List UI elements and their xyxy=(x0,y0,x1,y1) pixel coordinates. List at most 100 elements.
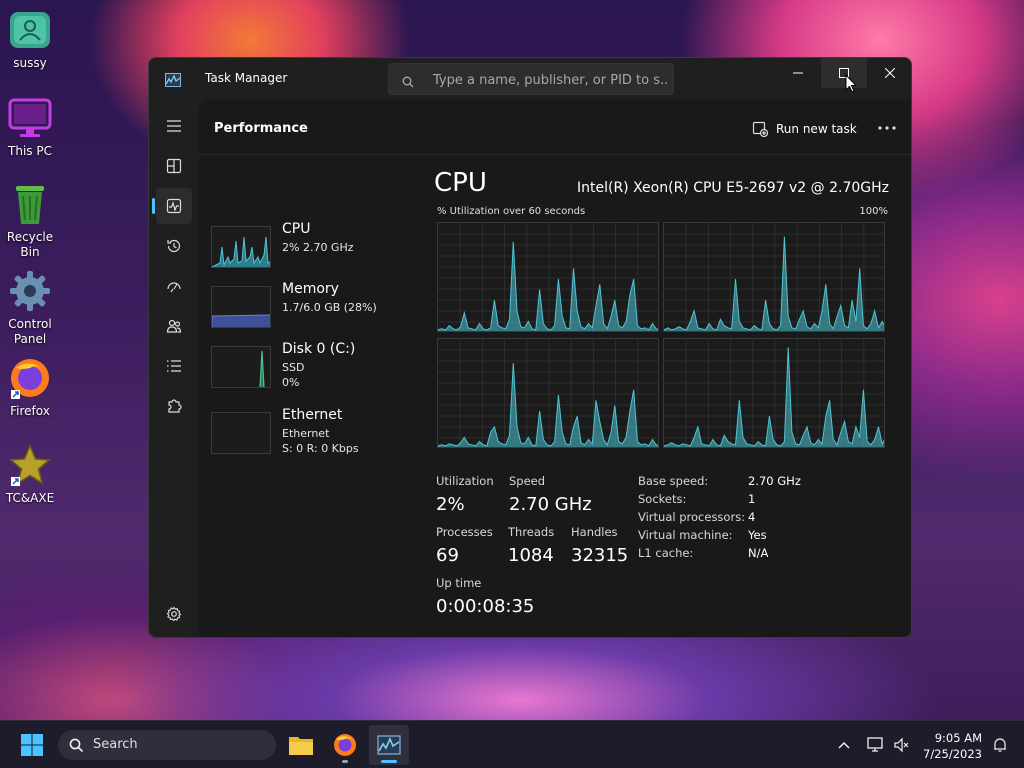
history-icon xyxy=(167,239,181,253)
nav-users[interactable] xyxy=(156,308,192,344)
chevron-up-icon xyxy=(838,741,850,749)
nav-settings[interactable] xyxy=(156,596,192,632)
taskbar-file-explorer[interactable] xyxy=(281,725,321,765)
device-detail: 2% 2.70 GHz xyxy=(282,241,354,254)
settings-gear-icon xyxy=(166,606,182,622)
nav-rail xyxy=(149,100,199,637)
desktop-icon-tc-axe[interactable]: TC&AXE xyxy=(0,443,60,506)
handles-value: 32315 xyxy=(571,545,629,566)
device-name: Memory xyxy=(282,281,339,297)
detail-value: Yes xyxy=(748,528,767,542)
device-detail: 1.7/6.0 GB (28%) xyxy=(282,301,377,314)
notification-bell-icon xyxy=(994,738,1006,752)
uptime-label: Up time xyxy=(436,576,482,590)
processes-value: 69 xyxy=(436,545,459,566)
header-divider xyxy=(199,154,911,155)
performance-icon xyxy=(166,198,182,214)
start-button[interactable] xyxy=(12,725,52,765)
recycle-bin-icon xyxy=(8,182,52,226)
desktop-icon-this-pc[interactable]: This PC xyxy=(0,96,60,159)
details-list-icon xyxy=(167,360,181,372)
nav-processes[interactable] xyxy=(156,148,192,184)
title-bar[interactable]: Task Manager xyxy=(149,58,911,100)
cpu-core-graph-2 xyxy=(437,338,659,448)
device-name: Disk 0 (C:) xyxy=(282,341,356,357)
handles-label: Handles xyxy=(571,525,618,539)
utilization-value: 2% xyxy=(436,494,465,515)
volume-muted-icon xyxy=(894,737,909,753)
cpu-core-graph-3 xyxy=(663,338,885,448)
uptime-value: 0:00:08:35 xyxy=(436,596,535,617)
minimize-button[interactable] xyxy=(775,58,821,88)
clock-date: 7/25/2023 xyxy=(923,747,982,761)
system-clock[interactable]: 9:05 AM 7/25/2023 xyxy=(912,730,982,762)
nav-details[interactable] xyxy=(156,348,192,384)
performance-page: Performance Run new task CPU 2% 2.70 GHz… xyxy=(199,100,911,637)
notifications-button[interactable] xyxy=(984,725,1016,765)
taskbar-search-label: Search xyxy=(93,737,138,752)
device-detail-2: S: 0 R: 0 Kbps xyxy=(282,442,359,455)
desktop-icon-label: Control Panel xyxy=(8,317,52,346)
device-item-memory[interactable]: Memory 1.7/6.0 GB (28%) xyxy=(207,280,407,336)
desktop-icon-firefox[interactable]: Firefox xyxy=(0,356,60,419)
task-manager-window: Task Manager Type a name, publisher, or … xyxy=(148,57,912,638)
desktop-icon-recycle-bin[interactable]: Recycle Bin xyxy=(0,182,60,260)
desktop-icon-sussy[interactable]: sussy xyxy=(0,8,60,71)
cpu-core-graph-1 xyxy=(663,222,885,332)
nav-active-indicator xyxy=(152,198,155,214)
detail-key: L1 cache: xyxy=(638,546,694,560)
processes-icon xyxy=(166,158,182,174)
taskbar: Search 9:05 AM 7/25/2023 xyxy=(0,720,1024,768)
nav-startup-apps[interactable] xyxy=(156,268,192,304)
device-name: Ethernet xyxy=(282,407,343,423)
search-icon xyxy=(402,73,414,92)
device-detail-2: 0% xyxy=(282,376,300,389)
detail-value: 1 xyxy=(748,492,756,506)
firefox-icon xyxy=(8,356,52,400)
run-new-task-icon xyxy=(752,121,768,137)
nav-services[interactable] xyxy=(156,388,192,424)
desktop-icon-control-panel[interactable]: Control Panel xyxy=(0,269,60,347)
run-new-task-button[interactable]: Run new task xyxy=(752,117,857,141)
star-icon xyxy=(8,443,52,487)
cpu-thumbnail-graph xyxy=(211,226,271,268)
detail-value: 4 xyxy=(748,510,756,524)
users-icon xyxy=(166,319,182,333)
windows-logo-icon xyxy=(21,734,43,756)
hamburger-menu-button[interactable] xyxy=(156,108,192,144)
maximize-button[interactable] xyxy=(821,58,867,88)
taskbar-task-manager[interactable] xyxy=(369,725,409,765)
taskbar-search[interactable]: Search xyxy=(58,730,276,760)
close-button[interactable] xyxy=(867,58,911,88)
device-item-cpu[interactable]: CPU 2% 2.70 GHz xyxy=(207,220,407,276)
show-hidden-icons-button[interactable] xyxy=(826,725,862,765)
device-item-ethernet[interactable]: Ethernet Ethernet S: 0 R: 0 Kbps xyxy=(207,406,407,462)
more-options-button[interactable] xyxy=(872,114,902,142)
user-folder-icon xyxy=(8,8,52,52)
search-box[interactable] xyxy=(388,63,674,95)
memory-thumbnail-graph xyxy=(211,286,271,328)
nav-app-history[interactable] xyxy=(156,228,192,264)
window-title: Task Manager xyxy=(205,71,288,85)
threads-value: 1084 xyxy=(508,545,554,566)
detail-key: Virtual machine: xyxy=(638,528,733,542)
desktop-icon-label: This PC xyxy=(8,144,52,158)
threads-label: Threads xyxy=(508,525,555,539)
search-input[interactable] xyxy=(433,70,669,90)
taskbar-firefox[interactable] xyxy=(325,725,365,765)
detail-key: Base speed: xyxy=(638,474,709,488)
mouse-cursor-icon xyxy=(845,74,857,93)
running-indicator xyxy=(342,760,348,763)
close-icon xyxy=(885,68,895,78)
task-manager-app-icon xyxy=(165,72,181,87)
active-indicator xyxy=(381,760,397,763)
startup-gauge-icon xyxy=(167,282,181,293)
cpu-core-graph-0 xyxy=(437,222,659,332)
clock-time: 9:05 AM xyxy=(934,731,982,745)
search-icon xyxy=(69,738,84,753)
nav-performance[interactable] xyxy=(156,188,192,224)
page-title: Performance xyxy=(214,121,308,136)
run-new-task-label: Run new task xyxy=(776,122,857,136)
device-item-disk[interactable]: Disk 0 (C:) SSD 0% xyxy=(207,340,407,396)
device-detail: SSD xyxy=(282,361,305,374)
